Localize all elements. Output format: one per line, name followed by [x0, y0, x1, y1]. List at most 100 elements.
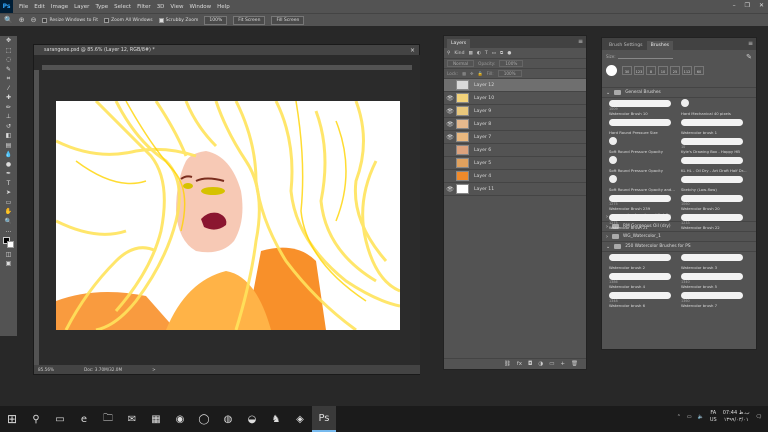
- menu-image[interactable]: Image: [51, 4, 68, 10]
- brush-preset-thumb[interactable]: 25: [670, 66, 680, 75]
- layer-row[interactable]: Layer 5: [444, 157, 586, 170]
- eyedropper-tool-icon[interactable]: ⁄: [0, 84, 17, 94]
- brush-preset[interactable]: 1340 Watercolor brush 5: [678, 271, 748, 290]
- dodge-tool-icon[interactable]: ●: [0, 160, 17, 170]
- brush-preset[interactable]: Hard Round Pressure Size: [606, 117, 676, 136]
- layer-row[interactable]: Layer 6: [444, 144, 586, 157]
- brush-preset[interactable]: Soft Round Pressure Opacity and...: [606, 174, 676, 193]
- layer-row[interactable]: Layer 4: [444, 170, 586, 183]
- brush-preset[interactable]: Soft Round Pressure Opacity: [606, 136, 676, 155]
- filter-adjust-icon[interactable]: ◐: [477, 51, 481, 56]
- visibility-eye-icon[interactable]: 👁: [444, 108, 456, 115]
- resize-windows-checkbox[interactable]: Resize Windows to Fit: [42, 17, 98, 23]
- menu-edit[interactable]: Edit: [34, 4, 45, 10]
- crop-tool-icon[interactable]: ⌗: [0, 74, 17, 84]
- filter-kind-select[interactable]: Kind: [454, 51, 464, 56]
- hand-tool-icon[interactable]: ✋: [0, 207, 17, 217]
- lock-pixels-icon[interactable]: ▩: [462, 71, 466, 76]
- zoom-100-button[interactable]: 100%: [204, 15, 228, 25]
- menu-3d[interactable]: 3D: [157, 4, 165, 10]
- brush-group-general[interactable]: ⌄ General Brushes: [602, 88, 756, 98]
- zoom-out-icon[interactable]: ⊖: [31, 16, 37, 24]
- brush-preset[interactable]: 1360 Watercolor brush 7: [678, 290, 748, 309]
- tray-chevron-icon[interactable]: ⌃: [677, 414, 681, 420]
- layer-row[interactable]: 👁 Layer 10: [444, 92, 586, 105]
- layer-row[interactable]: 👁 Layer 9: [444, 105, 586, 118]
- menu-type[interactable]: Type: [95, 4, 108, 10]
- new-layer-icon[interactable]: +: [560, 361, 565, 367]
- lock-all-icon[interactable]: 🔒: [477, 71, 482, 77]
- zoom-in-icon[interactable]: ⊕: [19, 16, 25, 24]
- app-icon[interactable]: ◈: [288, 406, 312, 432]
- tab-brushes[interactable]: Brushes: [646, 41, 674, 50]
- brush-tool-icon[interactable]: ✏: [0, 103, 17, 113]
- volume-icon[interactable]: 🔈: [698, 414, 704, 420]
- more-tools-icon[interactable]: …: [0, 226, 17, 236]
- document-tab[interactable]: sarangeee.psd @ 85.6% (Layer 12, RGB/8#)…: [34, 45, 419, 55]
- photoshop-icon[interactable]: Ps: [312, 406, 336, 432]
- menu-file[interactable]: File: [19, 4, 28, 10]
- chevron-right-icon[interactable]: ›: [606, 234, 608, 240]
- network-icon[interactable]: ▭: [687, 414, 692, 420]
- filter-shape-icon[interactable]: ▭: [492, 51, 496, 56]
- blur-tool-icon[interactable]: 💧: [0, 150, 17, 160]
- delete-layer-icon[interactable]: 🗑: [571, 361, 578, 367]
- filter-smart-icon[interactable]: ⧉: [500, 50, 503, 56]
- adjustment-layer-icon[interactable]: ◑: [538, 361, 543, 367]
- brush-preset[interactable]: Hard Mechanical 40 pixels: [678, 98, 748, 117]
- document-close-icon[interactable]: ×: [410, 47, 415, 54]
- chevron-down-icon[interactable]: ⌄: [606, 90, 610, 96]
- marquee-tool-icon[interactable]: ⬚: [0, 46, 17, 56]
- menu-layer[interactable]: Layer: [74, 4, 89, 10]
- layer-row[interactable]: 👁 Layer 8: [444, 118, 586, 131]
- quick-mask-icon[interactable]: ◫: [0, 250, 17, 260]
- quick-select-tool-icon[interactable]: ✎: [0, 65, 17, 75]
- brush-preset[interactable]: 1275 Watercolor Brush 21: [606, 212, 676, 231]
- calculator-icon[interactable]: ▦: [144, 406, 168, 432]
- menu-filter[interactable]: Filter: [137, 4, 151, 10]
- opacity-field[interactable]: 100%: [499, 60, 524, 67]
- layer-row[interactable]: 👁 Layer 7: [444, 131, 586, 144]
- visibility-eye-icon[interactable]: 👁: [444, 134, 456, 141]
- blend-mode-select[interactable]: Normal: [447, 60, 475, 67]
- type-tool-icon[interactable]: T: [0, 179, 17, 189]
- chevron-down-icon[interactable]: ⌄: [606, 244, 610, 250]
- brush-preset-thumb[interactable]: 30: [622, 66, 632, 75]
- tab-brush-settings[interactable]: Brush Settings: [605, 41, 647, 50]
- brush-group-watercolor-1[interactable]: › WG_Watercolor_1: [602, 232, 756, 242]
- mail-icon[interactable]: ✉: [120, 406, 144, 432]
- zoom-tool-icon[interactable]: 🔍: [4, 16, 13, 24]
- zoom-level[interactable]: 85.56%: [38, 367, 54, 372]
- photoshop-logo-icon[interactable]: Ps: [0, 0, 13, 13]
- filter-pixel-icon[interactable]: ▩: [469, 51, 473, 56]
- history-brush-tool-icon[interactable]: ↺: [0, 122, 17, 132]
- search-icon[interactable]: ⚲: [24, 406, 48, 432]
- brush-preset[interactable]: Watercolor brush 1: [678, 117, 748, 136]
- healing-tool-icon[interactable]: ✚: [0, 93, 17, 103]
- path-select-tool-icon[interactable]: ➤: [0, 188, 17, 198]
- start-icon[interactable]: ⊞: [0, 406, 24, 432]
- brush-preset-thumb[interactable]: 8: [646, 66, 656, 75]
- layer-row[interactable]: 👁 Layer 11: [444, 183, 586, 196]
- shape-tool-icon[interactable]: ▭: [0, 198, 17, 208]
- notifications-icon[interactable]: 🗨: [756, 414, 762, 420]
- brush-preset[interactable]: 1060 Watercolor Brush 20: [678, 193, 748, 212]
- clone-stamp-tool-icon[interactable]: ⊥: [0, 112, 17, 122]
- brush-preset-thumb[interactable]: 60: [694, 66, 704, 75]
- scrubby-zoom-checkbox[interactable]: Scrubby Zoom: [158, 17, 198, 23]
- status-arrow-icon[interactable]: >: [152, 367, 156, 372]
- add-mask-icon[interactable]: ◘: [528, 361, 532, 367]
- fill-field[interactable]: 100%: [497, 70, 522, 77]
- brush-preset[interactable]: Sketchy (Low-flow): [678, 174, 748, 193]
- minimize-button[interactable]: –: [733, 2, 736, 9]
- browser-icon[interactable]: ◒: [240, 406, 264, 432]
- background-color[interactable]: [7, 240, 14, 248]
- tab-layers[interactable]: Layers: [447, 39, 471, 48]
- brush-preset[interactable]: Soft Round Pressure Opacity: [606, 155, 676, 174]
- brush-preset[interactable]: Watercolor brush 3: [678, 252, 748, 271]
- link-layers-icon[interactable]: ⛓: [504, 361, 511, 367]
- color-swatches[interactable]: [0, 236, 17, 250]
- filter-toggle-icon[interactable]: ●: [507, 51, 511, 56]
- size-slider[interactable]: [618, 58, 673, 59]
- brush-preset-thumb[interactable]: 123: [634, 66, 644, 75]
